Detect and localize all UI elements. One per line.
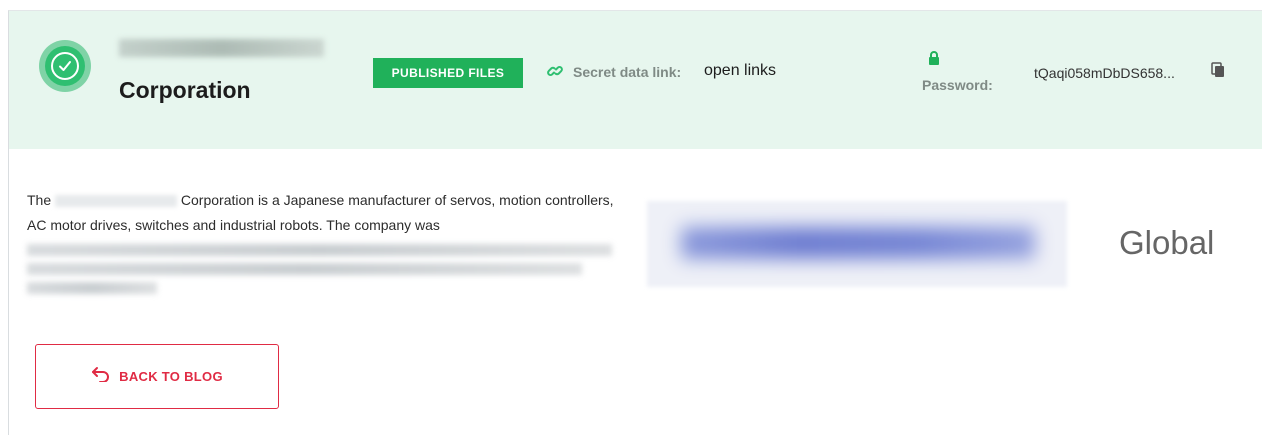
region-label: Global xyxy=(1119,224,1215,261)
password-value: tQaqi058mDbDS658... xyxy=(1034,65,1175,81)
company-logo-blurred xyxy=(647,201,1067,287)
password-label: Password: xyxy=(922,77,993,93)
published-files-badge: PUBLISHED FILES xyxy=(373,58,523,88)
blurred-text-line xyxy=(27,263,582,275)
card-header: Corporation PUBLISHED FILES Secret data … xyxy=(9,11,1262,149)
blurred-text-line xyxy=(27,282,157,294)
lock-icon xyxy=(928,51,940,70)
back-to-blog-button[interactable]: BACK TO BLOG xyxy=(35,344,279,409)
back-to-blog-label: BACK TO BLOG xyxy=(119,369,223,384)
link-icon xyxy=(547,63,563,84)
company-title: Corporation xyxy=(119,77,251,103)
blurred-text-line xyxy=(27,244,612,256)
company-name-blurred xyxy=(119,39,324,57)
company-description: The Corporation is a Japanese manufactur… xyxy=(27,188,617,301)
check-circle-icon xyxy=(39,40,91,92)
secret-link-value[interactable]: open links xyxy=(704,62,776,80)
secret-link-label: Secret data link: xyxy=(573,64,682,80)
copy-icon[interactable] xyxy=(1211,62,1225,83)
company-card: Corporation PUBLISHED FILES Secret data … xyxy=(8,10,1262,435)
back-arrow-icon xyxy=(91,366,111,387)
